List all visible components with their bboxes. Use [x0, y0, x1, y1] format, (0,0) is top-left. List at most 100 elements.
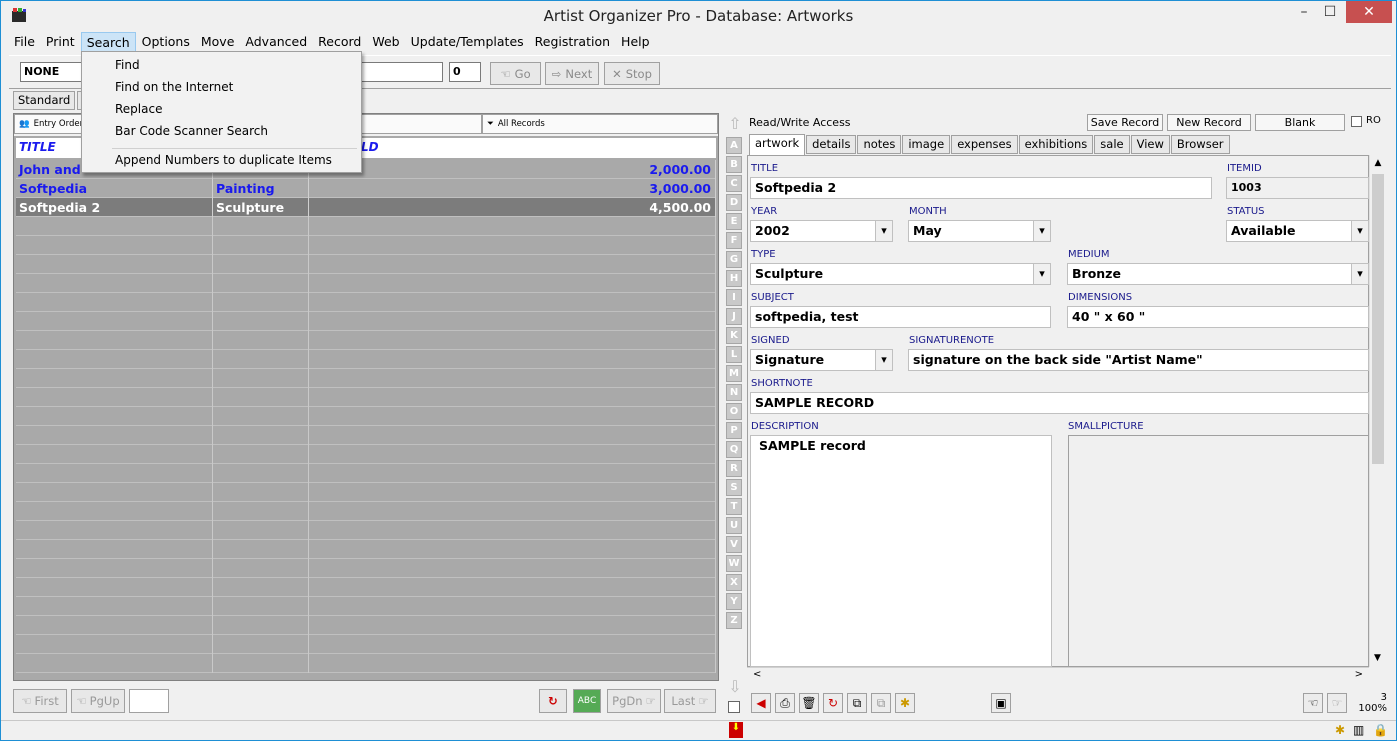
print-icon[interactable]: ⎙ — [775, 693, 795, 713]
alpha-index-f[interactable]: F — [726, 232, 742, 249]
menu-replace[interactable]: Replace — [115, 102, 162, 116]
tab-image[interactable]: image — [902, 135, 951, 154]
subject-field[interactable]: softpedia, test — [750, 306, 1051, 328]
table-row-selected[interactable]: Softpedia 2 Sculpture 4,500.00 — [16, 198, 716, 217]
alpha-index-h[interactable]: H — [726, 270, 742, 287]
first-button[interactable]: ☜ First — [13, 689, 67, 713]
menu-find[interactable]: Find — [115, 58, 140, 72]
scroll-right-icon[interactable]: > — [1355, 669, 1363, 680]
alpha-index-g[interactable]: G — [726, 251, 742, 268]
paste-record-icon[interactable]: ⧉ — [871, 693, 891, 713]
alpha-index-t[interactable]: T — [726, 498, 742, 515]
new-record-button[interactable]: New Record — [1167, 114, 1251, 131]
alpha-index-v[interactable]: V — [726, 536, 742, 553]
tab-expenses[interactable]: expenses — [951, 135, 1018, 154]
year-select[interactable]: 2002 — [750, 220, 893, 242]
alpha-index-d[interactable]: D — [726, 194, 742, 211]
search-text-input[interactable] — [361, 62, 443, 82]
all-records-button[interactable]: ⏷ All Records — [482, 114, 718, 134]
trash-icon[interactable]: 🗑 — [799, 693, 819, 713]
index-checkbox[interactable] — [728, 701, 740, 713]
alpha-index-z[interactable]: Z — [726, 612, 742, 629]
go-button[interactable]: ☜ Go — [490, 62, 541, 85]
alpha-index-l[interactable]: L — [726, 346, 742, 363]
medium-select[interactable]: Bronze — [1067, 263, 1369, 285]
alpha-index-n[interactable]: N — [726, 384, 742, 401]
close-button[interactable]: ✕ — [1346, 1, 1392, 23]
refresh-icon[interactable]: ↻ — [539, 689, 567, 713]
scroll-down-icon[interactable]: ▼ — [1369, 650, 1386, 667]
back-arrow-icon[interactable]: ◀ — [751, 693, 771, 713]
alpha-index-e[interactable]: E — [726, 213, 742, 230]
tab-exhibitions[interactable]: exhibitions — [1018, 135, 1094, 154]
alpha-index-b[interactable]: B — [726, 156, 742, 173]
tab-view[interactable]: View — [1130, 135, 1170, 154]
column-title-header[interactable]: TITLE — [19, 140, 56, 154]
dimensions-field[interactable]: 40 " x 60 " — [1067, 306, 1369, 328]
title-field[interactable]: Softpedia 2 — [750, 177, 1212, 199]
month-select[interactable]: May — [908, 220, 1051, 242]
form-vertical-scrollbar[interactable]: ▲ — [1369, 155, 1386, 667]
pgdn-button[interactable]: PgDn ☞ — [607, 689, 661, 713]
menu-file[interactable]: File — [9, 32, 40, 52]
menu-search[interactable]: Search — [80, 32, 136, 52]
alpha-index-m[interactable]: M — [726, 365, 742, 382]
tab-standard[interactable]: Standard — [13, 91, 76, 110]
pgup-button[interactable]: ☜ PgUp — [71, 689, 125, 713]
form-horizontal-scrollbar[interactable]: < > — [747, 667, 1369, 684]
tab-notes[interactable]: notes — [857, 135, 902, 154]
menu-print[interactable]: Print — [41, 32, 80, 52]
hand-pointer-icon[interactable]: ☜ — [1303, 693, 1323, 713]
last-button[interactable]: Last ☞ — [664, 689, 716, 713]
menu-help[interactable]: Help — [616, 32, 655, 52]
stop-button[interactable]: ✕ Stop — [604, 62, 660, 85]
next-button[interactable]: ⇨ Next — [545, 62, 599, 85]
menu-barcode-search[interactable]: Bar Code Scanner Search — [115, 124, 268, 138]
scroll-left-icon[interactable]: < — [753, 669, 761, 680]
alpha-index-p[interactable]: P — [726, 422, 742, 439]
menu-advanced[interactable]: Advanced — [240, 32, 312, 52]
status-select[interactable]: Available — [1226, 220, 1369, 242]
alpha-index-w[interactable]: W — [726, 555, 742, 572]
alpha-index-a[interactable]: A — [726, 137, 742, 154]
alpha-index-u[interactable]: U — [726, 517, 742, 534]
alpha-index-k[interactable]: K — [726, 327, 742, 344]
alpha-index-r[interactable]: R — [726, 460, 742, 477]
signed-select[interactable]: Signature — [750, 349, 893, 371]
signaturenote-field[interactable]: signature on the back side "Artist Name" — [908, 349, 1369, 371]
tab-details[interactable]: details — [806, 135, 857, 154]
save-disk-icon[interactable]: ▣ — [991, 693, 1011, 713]
blank-button[interactable]: Blank — [1255, 114, 1345, 131]
menu-append-numbers[interactable]: Append Numbers to duplicate Items — [115, 153, 332, 167]
tab-sale[interactable]: sale — [1094, 135, 1130, 154]
search-field-select[interactable]: NONE — [20, 62, 90, 82]
scroll-up-icon[interactable]: ▲ — [1370, 155, 1386, 172]
alpha-index-i[interactable]: I — [726, 289, 742, 306]
menu-registration[interactable]: Registration — [530, 32, 615, 52]
minimize-button[interactable]: – — [1291, 1, 1317, 23]
abc-sort-icon[interactable]: ABC — [573, 689, 601, 713]
alpha-index-y[interactable]: Y — [726, 593, 742, 610]
menu-update-templates[interactable]: Update/Templates — [406, 32, 529, 52]
description-textarea[interactable]: SAMPLE record — [750, 435, 1052, 667]
alpha-index-c[interactable]: C — [726, 175, 742, 192]
tab-browser[interactable]: Browser — [1170, 135, 1230, 154]
small-picture-box[interactable] — [1068, 435, 1369, 667]
tip-bulb-icon[interactable]: ✱ — [895, 693, 915, 713]
menu-options[interactable]: Options — [137, 32, 195, 52]
column-field-header[interactable]: LD — [361, 140, 379, 154]
alpha-index-x[interactable]: X — [726, 574, 742, 591]
tab-artwork[interactable]: artwork — [749, 134, 806, 155]
alpha-index-q[interactable]: Q — [726, 441, 742, 458]
hand-pointer-right-icon[interactable]: ☞ — [1327, 693, 1347, 713]
type-select[interactable]: Sculpture — [750, 263, 1051, 285]
menu-web[interactable]: Web — [367, 32, 404, 52]
shortnote-field[interactable]: SAMPLE RECORD — [750, 392, 1369, 414]
alpha-index-j[interactable]: J — [726, 308, 742, 325]
scroll-down-arrow-icon[interactable]: ⇩ — [726, 677, 744, 696]
ro-checkbox[interactable] — [1351, 116, 1362, 127]
scroll-up-arrow-icon[interactable]: ⇧ — [726, 114, 744, 133]
copy-record-icon[interactable]: ⧉ — [847, 693, 867, 713]
alpha-index-s[interactable]: S — [726, 479, 742, 496]
menu-record[interactable]: Record — [313, 32, 366, 52]
